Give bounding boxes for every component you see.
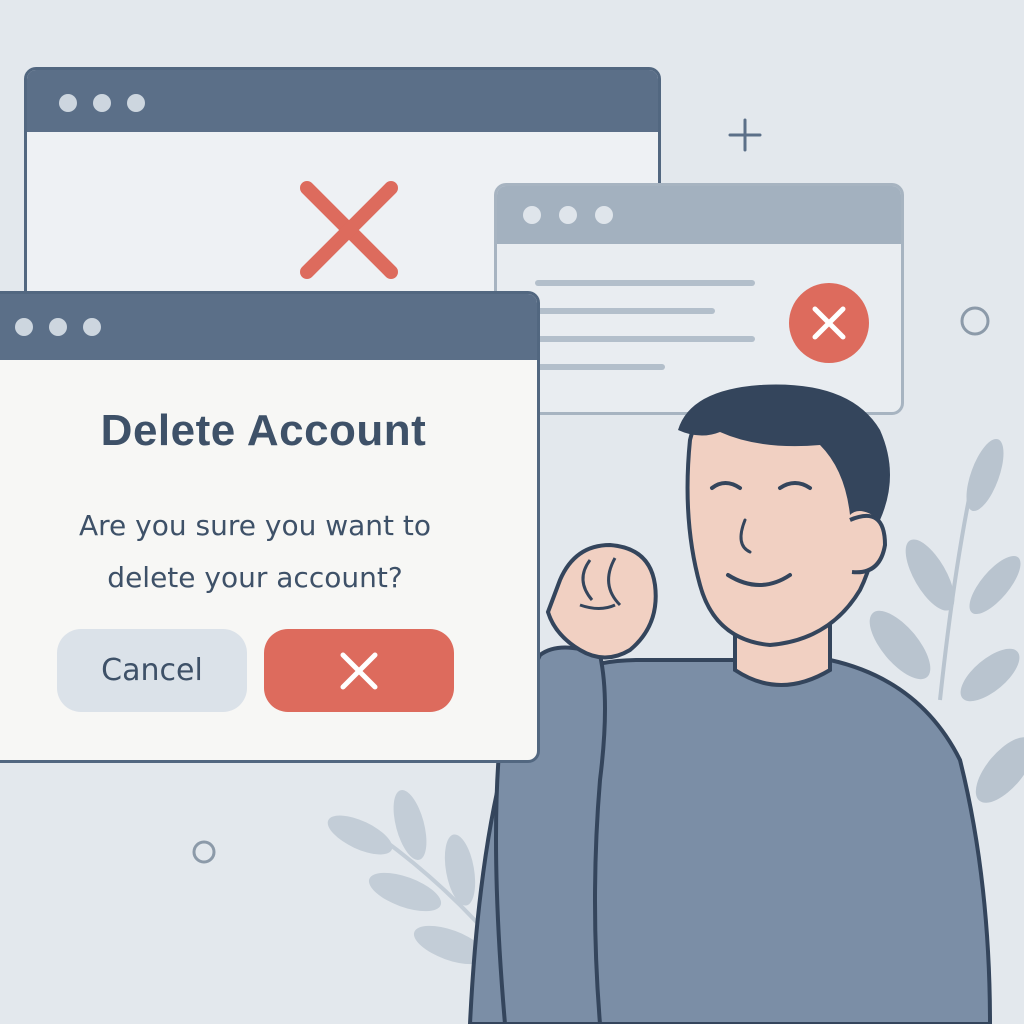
- dialog-titlebar: [0, 294, 537, 360]
- cancel-button-label: Cancel: [101, 653, 203, 688]
- close-icon: [340, 652, 378, 689]
- cancel-button[interactable]: Cancel: [57, 629, 247, 712]
- window-dot: [15, 318, 33, 336]
- window-dot: [83, 318, 101, 336]
- dialog-message: Are you sure you want to delete your acc…: [20, 500, 490, 604]
- window-dot: [49, 318, 67, 336]
- confirm-delete-button[interactable]: [264, 629, 454, 712]
- dialog-message-line: delete your account?: [107, 561, 403, 594]
- dialog-message-line: Are you sure you want to: [78, 509, 432, 542]
- dialog-title: Delete Account: [100, 406, 427, 455]
